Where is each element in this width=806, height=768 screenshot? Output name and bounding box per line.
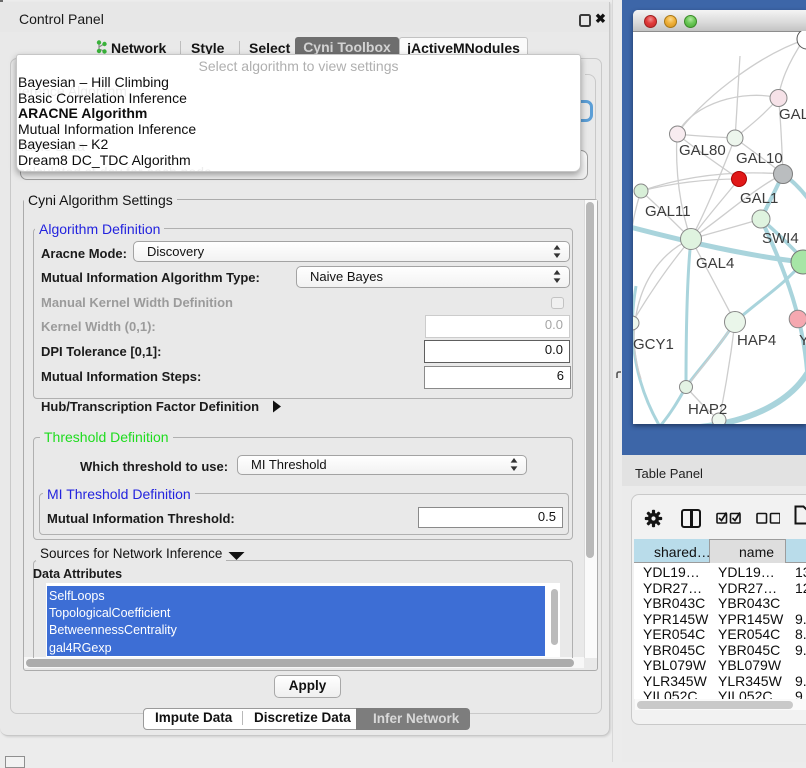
- svg-text:SWI4: SWI4: [762, 230, 799, 247]
- svg-text:Y: Y: [799, 332, 806, 349]
- svg-text:GAL4: GAL4: [696, 255, 734, 272]
- svg-text:GAL2: GAL2: [779, 106, 806, 123]
- svg-text:GAL1: GAL1: [740, 190, 778, 207]
- svg-text:GAL80: GAL80: [679, 142, 726, 159]
- svg-text:GAL10: GAL10: [736, 150, 783, 167]
- svg-text:GAL11: GAL11: [645, 203, 691, 220]
- svg-text:HAP2: HAP2: [688, 401, 727, 418]
- svg-text:GCY1: GCY1: [633, 336, 674, 353]
- svg-text:HAP4: HAP4: [737, 332, 776, 349]
